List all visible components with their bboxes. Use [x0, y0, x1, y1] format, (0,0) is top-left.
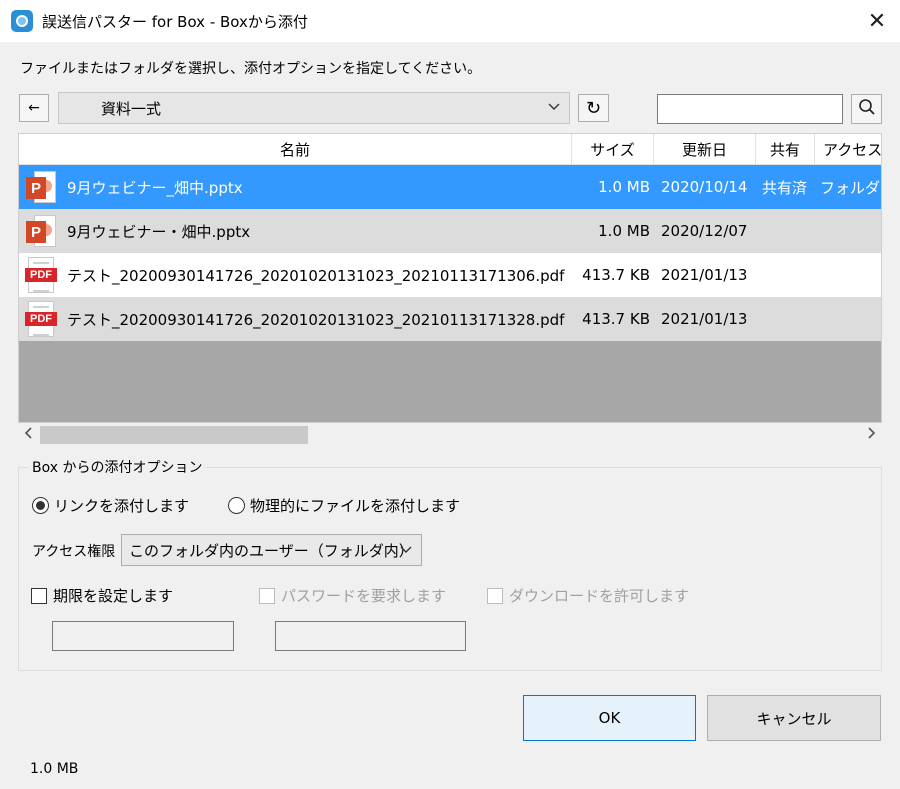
- file-name: 9月ウェビナー・畑中.pptx: [67, 222, 251, 241]
- file-icon-cell: P: [19, 165, 63, 209]
- column-header-access[interactable]: アクセス権: [815, 134, 881, 165]
- file-list[interactable]: 名前 サイズ 更新日 共有 アクセス権 P 9月ウェビナー_畑中.pptx 1.0 …: [18, 133, 882, 423]
- pdf-badge: PDF: [25, 312, 57, 326]
- refresh-button[interactable]: ↻: [578, 94, 609, 122]
- access-label: アクセス権限: [32, 544, 116, 560]
- powerpoint-badge: P: [26, 221, 46, 243]
- window-title: 誤送信パスター for Box - Boxから添付: [42, 13, 308, 31]
- powerpoint-file-icon: P: [24, 213, 58, 249]
- column-header-name[interactable]: 名前: [19, 134, 572, 165]
- instruction-text: ファイルまたはフォルダを選択し、添付オプションを指定してください。: [20, 61, 482, 77]
- file-size: 1.0 MB: [598, 178, 650, 196]
- status-bar-text: 1.0 MB: [30, 761, 79, 777]
- file-icon-cell: PDF: [19, 297, 63, 341]
- expiry-checkbox[interactable]: 期限を設定します: [31, 585, 173, 606]
- file-list-header: 名前 サイズ 更新日 共有 アクセス権: [19, 134, 881, 165]
- radio-attach-link-label: リンクを添付します: [54, 497, 190, 515]
- checkbox-icon: [31, 587, 47, 604]
- pdf-file-icon: PDF: [24, 256, 58, 294]
- file-date: 2021/01/13: [661, 266, 748, 284]
- search-button[interactable]: [851, 94, 882, 124]
- pdf-file-icon: PDF: [24, 300, 58, 338]
- file-shared: [756, 297, 815, 341]
- scroll-right-icon[interactable]: [866, 426, 876, 444]
- radio-checked-icon: [32, 497, 49, 514]
- search-icon: [858, 98, 876, 120]
- file-access: [815, 253, 881, 297]
- file-access: [815, 297, 881, 341]
- file-shared: [756, 209, 815, 253]
- access-dropdown[interactable]: このフォルダ内のユーザー（フォルダ内）: [121, 534, 422, 566]
- title-bar: 誤送信パスター for Box - Boxから添付 ✕: [0, 0, 900, 42]
- scroll-left-icon[interactable]: [24, 426, 34, 444]
- access-dropdown-value: このフォルダ内のユーザー（フォルダ内）: [129, 541, 414, 560]
- password-checkbox-label: パスワードを要求します: [281, 587, 447, 605]
- column-header-date[interactable]: 更新日: [654, 134, 756, 165]
- file-shared: 共有済: [762, 178, 808, 197]
- back-button[interactable]: ←: [19, 94, 49, 122]
- radio-attach-physical-label: 物理的にファイルを添付します: [250, 497, 461, 515]
- chevron-down-icon: [547, 99, 561, 117]
- attach-options-legend: Box からの添付オプション: [28, 457, 207, 477]
- search-input[interactable]: [657, 94, 843, 124]
- expiry-checkbox-label: 期限を設定します: [53, 587, 174, 605]
- powerpoint-file-icon: P: [24, 169, 58, 205]
- download-checkbox-label: ダウンロードを許可します: [509, 587, 690, 605]
- file-size: 1.0 MB: [598, 222, 650, 240]
- chevron-down-icon: [399, 542, 413, 560]
- file-row[interactable]: P 9月ウェビナー_畑中.pptx 1.0 MB 2020/10/14 共有済フォルダ内: [19, 165, 881, 209]
- file-row[interactable]: PDF テスト_20200930141726_20201020131023_202…: [19, 297, 881, 341]
- folder-dropdown[interactable]: 資料一式: [58, 92, 570, 124]
- app-icon: [11, 10, 33, 32]
- file-access: [815, 209, 881, 253]
- file-name: 9月ウェビナー_畑中.pptx: [67, 178, 243, 197]
- file-date: 2020/12/07: [661, 222, 748, 240]
- ok-button[interactable]: OK: [523, 695, 696, 741]
- folder-dropdown-value: 資料一式: [101, 99, 162, 118]
- radio-attach-link[interactable]: リンクを添付します: [32, 495, 189, 516]
- file-shared: [756, 253, 815, 297]
- file-date: 2021/01/13: [661, 310, 748, 328]
- cancel-button[interactable]: キャンセル: [707, 695, 881, 741]
- file-name: テスト_20200930141726_20201020131023_202101…: [67, 266, 565, 285]
- refresh-icon: ↻: [585, 97, 602, 119]
- file-size: 413.7 KB: [582, 266, 650, 284]
- radio-unchecked-icon: [228, 497, 245, 514]
- close-icon: ✕: [867, 8, 887, 34]
- file-row[interactable]: P 9月ウェビナー・畑中.pptx 1.0 MB 2020/12/07: [19, 209, 881, 253]
- scrollbar-thumb[interactable]: [40, 426, 308, 444]
- column-header-shared[interactable]: 共有: [756, 134, 815, 165]
- powerpoint-badge: P: [26, 177, 46, 199]
- close-button[interactable]: ✕: [854, 0, 900, 42]
- checkbox-icon: [259, 587, 275, 604]
- file-size: 413.7 KB: [582, 310, 650, 328]
- file-row[interactable]: PDF テスト_20200930141726_20201020131023_202…: [19, 253, 881, 297]
- file-icon-cell: PDF: [19, 253, 63, 297]
- radio-attach-physical[interactable]: 物理的にファイルを添付します: [228, 495, 460, 516]
- file-name: テスト_20200930141726_20201020131023_202101…: [67, 310, 565, 329]
- file-icon-cell: P: [19, 209, 63, 253]
- checkbox-icon: [487, 587, 503, 604]
- password-input: [275, 621, 466, 651]
- column-header-size[interactable]: サイズ: [572, 134, 654, 165]
- pdf-badge: PDF: [25, 268, 57, 282]
- horizontal-scrollbar[interactable]: [18, 423, 882, 447]
- download-checkbox: ダウンロードを許可します: [487, 585, 689, 606]
- file-access: フォルダ内: [820, 178, 881, 197]
- expiry-date-input: [52, 621, 234, 651]
- file-date: 2020/10/14: [661, 178, 748, 196]
- password-checkbox: パスワードを要求します: [259, 585, 446, 606]
- back-arrow-icon: ←: [28, 100, 40, 116]
